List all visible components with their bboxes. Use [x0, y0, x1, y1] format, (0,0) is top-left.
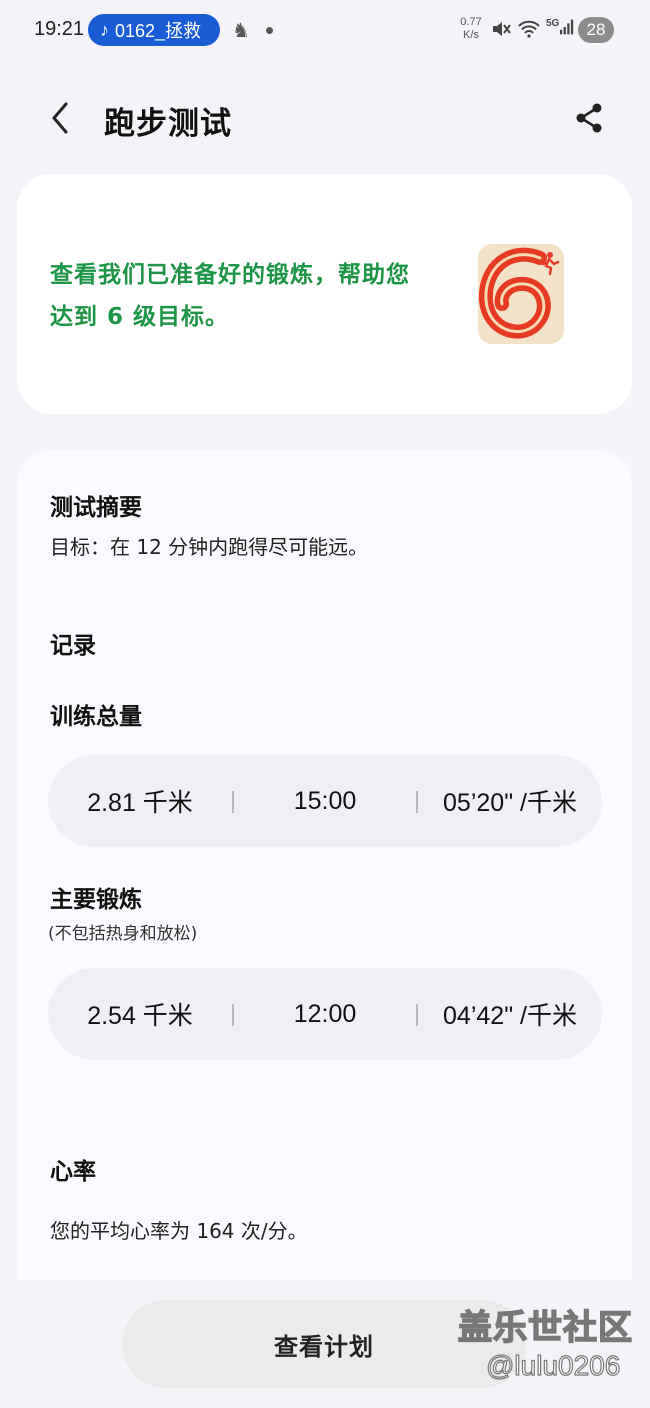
heart-rate-text: 您的平均心率为 164 次/分。 [50, 1219, 308, 1243]
media-title: 0162_拯救 [115, 21, 202, 41]
total-duration: 15:00 [293, 786, 357, 815]
music-note-icon: ♪ [100, 19, 109, 40]
main-workout-heading: 主要锻炼 [50, 887, 142, 913]
total-pace: 05’20" /千米 [443, 789, 577, 817]
more-notifications-dot [266, 27, 273, 34]
summary-heading: 测试摘要 [50, 495, 142, 521]
watermark-user: @lulu0206 [485, 1349, 621, 1381]
goal-description: 查看我们已准备好的锻炼，帮助您达到 6 级目标。 [50, 262, 410, 330]
share-button[interactable] [572, 100, 606, 136]
battery-indicator: 28 [578, 17, 614, 43]
total-training-stats: 2.81 千米 15:00 05’20" /千米 [48, 755, 602, 847]
summary-goal: 目标：在 12 分钟内跑得尽可能远。 [50, 535, 369, 559]
network-type: 5G [546, 18, 560, 29]
level-6-badge-icon [478, 244, 564, 344]
total-training-heading: 训练总量 [50, 704, 142, 730]
back-button[interactable] [46, 98, 76, 138]
network-speed: 0.77 K/s [456, 16, 486, 42]
total-distance: 2.81 千米 [87, 789, 193, 817]
level-badge [470, 238, 570, 348]
speed-unit: K/s [463, 29, 479, 41]
share-icon [576, 103, 602, 133]
status-bar: 19:21 ♪ 0162_拯救 ♞ 0.77 K/s 5G 28 [0, 0, 650, 62]
signal-icon: 5G [546, 18, 574, 40]
heart-rate-heading: 心率 [50, 1159, 96, 1185]
mute-icon [490, 18, 512, 40]
clock: 19:21 [34, 18, 85, 40]
records-heading: 记录 [50, 633, 96, 659]
media-notification-pill[interactable]: ♪ 0162_拯救 [88, 14, 220, 46]
page-title: 跑步测试 [104, 106, 232, 142]
results-card [17, 450, 632, 1280]
app-notification-icon: ♞ [232, 18, 250, 42]
main-workout-stats: 2.54 千米 12:00 04’42" /千米 [48, 968, 602, 1060]
chevron-left-icon [52, 102, 68, 134]
main-duration: 12:00 [293, 999, 357, 1028]
main-distance: 2.54 千米 [87, 1002, 193, 1030]
watermark-community: 盖乐世社区 [457, 1307, 633, 1349]
main-pace: 04’42" /千米 [443, 1002, 577, 1030]
main-workout-note: (不包括热身和放松) [48, 924, 198, 944]
speed-value: 0.77 [460, 16, 482, 28]
wifi-icon [516, 18, 542, 40]
